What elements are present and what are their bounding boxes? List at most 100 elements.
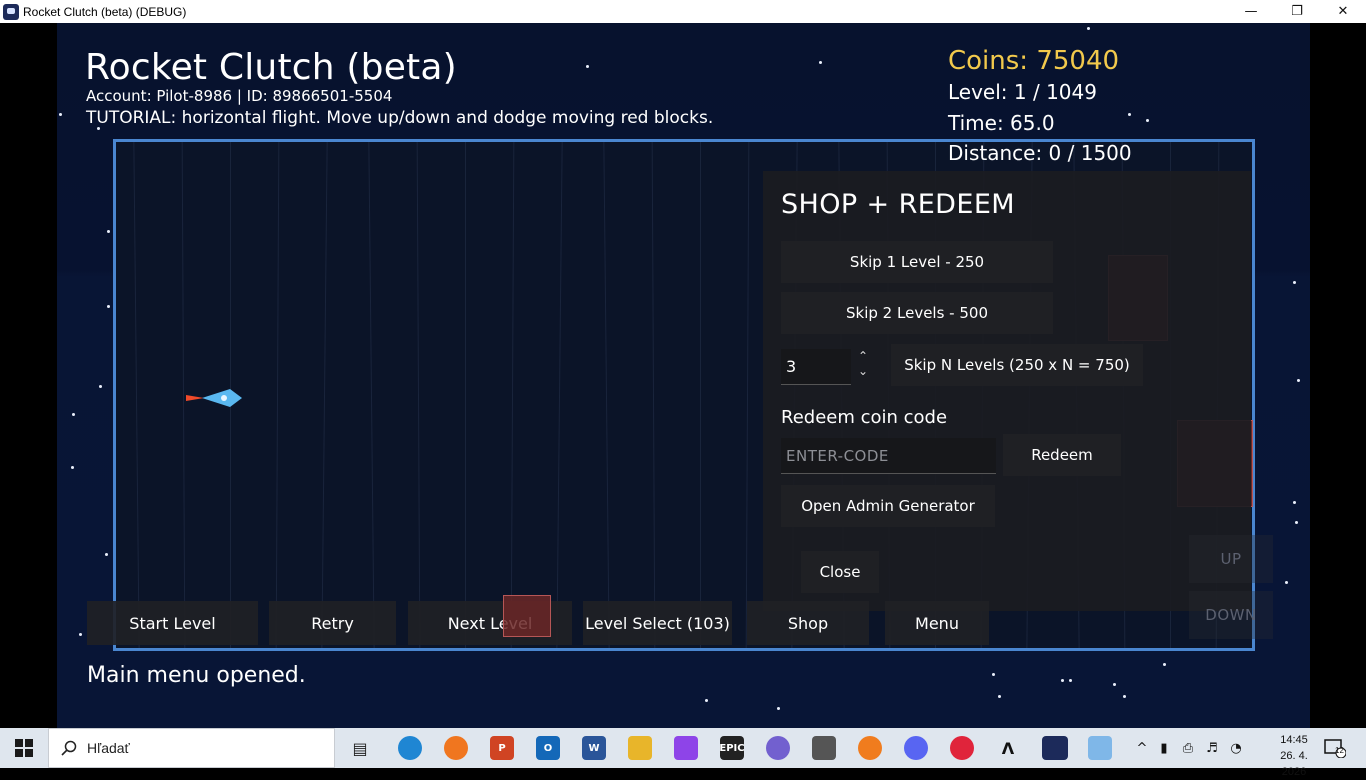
rocket-clutch-taskbar-icon[interactable] (1042, 736, 1068, 760)
skip-n-levels-button[interactable]: Skip N Levels (250 x N = 750) (891, 344, 1143, 386)
start-button[interactable] (0, 728, 48, 768)
skip-1-level-button[interactable]: Skip 1 Level - 250 (781, 241, 1053, 283)
star (105, 553, 108, 556)
taskbar-search[interactable]: Hľadať (48, 728, 335, 768)
star (72, 413, 75, 416)
down-control-button[interactable]: DOWN (1189, 591, 1273, 639)
star (1285, 581, 1288, 584)
skip-n-stepper[interactable]: ⌃ ⌄ (855, 349, 871, 383)
minimize-button[interactable]: — (1228, 0, 1274, 23)
star (1113, 683, 1116, 686)
shop-title: SHOP + REDEEM (781, 189, 1015, 220)
distance-counter: Distance: 0 / 1500 (948, 141, 1132, 165)
star (1295, 521, 1298, 524)
star (107, 305, 110, 308)
level-counter: Level: 1 / 1049 (948, 80, 1097, 104)
skip-n-input[interactable]: 3 (781, 349, 851, 385)
taskbar-clock[interactable]: 14:45 26. 4. 2026 (1272, 732, 1316, 780)
star (1128, 113, 1131, 116)
system-tray: ^ ▮ ⎙ ♬ ◔ (1132, 728, 1248, 768)
streak-line (465, 142, 466, 648)
star (1087, 27, 1090, 30)
usb-icon[interactable]: ⎙ (1176, 741, 1200, 756)
letterbox-right (1310, 23, 1366, 728)
streak-line (368, 142, 375, 648)
close-window-button[interactable]: ✕ (1320, 0, 1366, 23)
notifications-icon[interactable]: 12 (1324, 738, 1347, 759)
rocket-window-icon (221, 395, 227, 401)
up-control-button[interactable]: UP (1189, 535, 1273, 583)
streak-line (275, 142, 280, 648)
viber-icon[interactable] (766, 736, 790, 760)
coins-counter: Coins: 75040 (948, 46, 1120, 76)
star (99, 385, 102, 388)
game-viewport: Rocket Clutch (beta) Account: Pilot-8986… (57, 23, 1310, 728)
coin-code-input[interactable]: ENTER-CODE (781, 438, 996, 474)
maximize-button[interactable]: ❐ (1274, 0, 1320, 23)
star (1069, 679, 1072, 682)
streak-line (651, 142, 656, 648)
star (1123, 695, 1126, 698)
battery-icon[interactable]: ▮ (1152, 741, 1176, 756)
retry-button[interactable]: Retry (269, 601, 396, 645)
chevron-up-icon[interactable]: ^ (1132, 741, 1152, 756)
star (107, 230, 110, 233)
redeem-button[interactable]: Redeem (1003, 434, 1121, 476)
outlook-icon[interactable]: O (536, 736, 560, 760)
star (1061, 679, 1064, 682)
letterbox-left (0, 23, 57, 728)
clock-date: 26. 4. 2026 (1280, 750, 1308, 778)
app-icon (3, 3, 19, 20)
word-icon[interactable]: W (582, 736, 606, 760)
game-title: Rocket Clutch (beta) (85, 47, 457, 88)
star (59, 113, 62, 116)
streak-line (416, 142, 421, 648)
chevron-up-icon[interactable]: ⌃ (855, 349, 871, 364)
firefox-icon[interactable] (444, 736, 468, 760)
red-block (503, 595, 551, 637)
skip-2-levels-button[interactable]: Skip 2 Levels - 500 (781, 292, 1053, 334)
streak-line (321, 142, 328, 648)
hud: Coins: 75040 Level: 1 / 1049 Time: 65.0 (948, 45, 1119, 139)
rocket-ship (186, 389, 242, 407)
windows-logo-icon (15, 739, 33, 757)
chevron-down-icon[interactable]: ⌄ (855, 364, 871, 379)
start-level-button[interactable]: Start Level (87, 601, 258, 645)
volume-icon[interactable]: ♬ (1200, 741, 1224, 756)
streak-line (133, 142, 140, 648)
level-select-button[interactable]: Level Select (103) (583, 601, 732, 645)
file-explorer-icon[interactable] (628, 736, 652, 760)
menu-button[interactable]: Menu (885, 601, 989, 645)
star (819, 61, 822, 64)
streak-line (700, 142, 701, 648)
account-info: Account: Pilot-8986 | ID: 89866501-5504 (86, 87, 393, 105)
star (1163, 663, 1166, 666)
discord-icon[interactable] (904, 736, 928, 760)
paint-icon[interactable] (1088, 736, 1112, 760)
close-shop-button[interactable]: Close (801, 551, 879, 593)
shop-button[interactable]: Shop (747, 601, 869, 645)
star (705, 699, 708, 702)
epic-games-icon[interactable]: EPIC (719, 736, 745, 760)
edge-icon[interactable] (398, 736, 422, 760)
game-app-icon[interactable] (812, 736, 836, 760)
star (1297, 379, 1300, 382)
sublime-icon[interactable] (858, 736, 882, 760)
search-icon (61, 740, 77, 756)
arma-icon[interactable]: Λ (996, 736, 1020, 760)
search-label: Hľadať (87, 740, 130, 756)
network-icon[interactable]: ◔ (1224, 741, 1248, 756)
notifications-count: 12 (1335, 746, 1344, 755)
redeem-label: Redeem coin code (781, 407, 948, 428)
task-view-icon[interactable]: ▤ (348, 736, 372, 760)
opera-icon[interactable] (950, 736, 974, 760)
twitch-icon[interactable] (674, 736, 698, 760)
star (1293, 501, 1296, 504)
star (586, 65, 589, 68)
star (1293, 281, 1296, 284)
clock-time: 14:45 (1280, 734, 1308, 746)
powerpoint-icon[interactable]: P (490, 736, 514, 760)
streak-line (556, 142, 563, 648)
window-title: Rocket Clutch (beta) (DEBUG) (23, 4, 187, 19)
open-admin-generator-button[interactable]: Open Admin Generator (781, 485, 995, 527)
